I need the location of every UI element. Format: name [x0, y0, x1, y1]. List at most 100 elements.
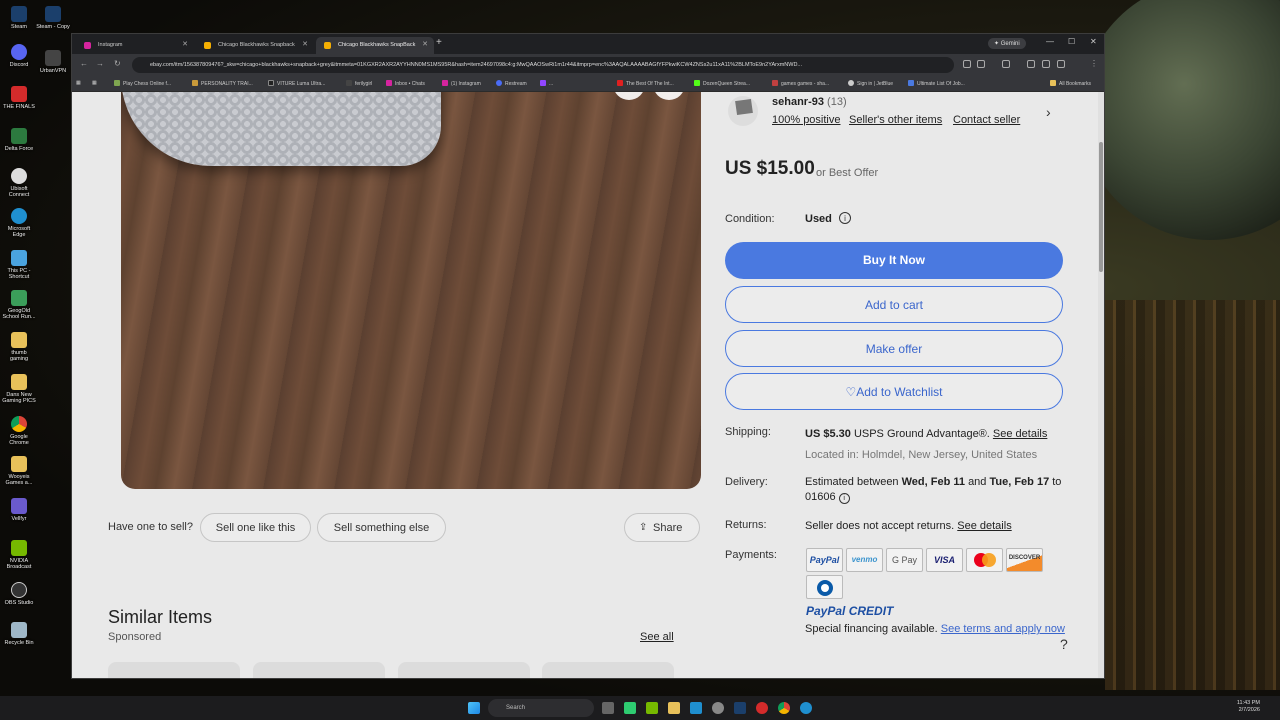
sell-something-else-button[interactable]: Sell something else: [317, 513, 446, 542]
app-icon[interactable]: [756, 702, 768, 714]
zoom-icon[interactable]: [963, 60, 971, 68]
address-bar[interactable]: ebay.com/itm/156387809476?_skw=chicago+b…: [132, 57, 954, 73]
all-bookmarks[interactable]: All Bookmarks: [1050, 80, 1091, 87]
info-icon[interactable]: i: [838, 493, 850, 504]
bookmark-inbox[interactable]: Inbox • Chats: [386, 80, 425, 87]
desktop-icon-discord[interactable]: Discord: [2, 44, 36, 68]
similar-item-card[interactable]: [253, 662, 385, 678]
bookmark-twitch[interactable]: ...: [540, 80, 553, 87]
bookmark-chess[interactable]: Play Chess Online f...: [114, 80, 171, 87]
info-icon[interactable]: i: [839, 212, 851, 224]
desktop-icon-chrome[interactable]: Google Chrome: [2, 416, 36, 446]
photo-control-button[interactable]: [613, 92, 645, 100]
make-offer-button[interactable]: Make offer: [725, 330, 1063, 367]
add-to-watchlist-button[interactable]: ♡Add to Watchlist: [725, 373, 1063, 410]
returns-see-details-link[interactable]: See details: [957, 520, 1011, 532]
profile-icon[interactable]: [1057, 60, 1065, 68]
desktop-icon-ubisoft[interactable]: Ubisoft Connect: [2, 168, 36, 198]
add-to-cart-button[interactable]: Add to cart: [725, 286, 1063, 323]
terms-apply-link[interactable]: See terms and apply now: [941, 623, 1065, 635]
sidepanel-icon[interactable]: [1027, 60, 1035, 68]
steam-icon[interactable]: [734, 702, 746, 714]
desktop-icon-this-pc[interactable]: This PC - Shortcut: [2, 250, 36, 280]
desktop-icon-gaming-pics[interactable]: Dans New Gaming PICS: [2, 374, 36, 404]
bookmark-jobs[interactable]: Ultimate List Of Job...: [908, 80, 965, 87]
desktop-icon-wooyeis[interactable]: Wooyeis Games a...: [2, 456, 36, 486]
contact-seller-link[interactable]: Contact seller: [953, 114, 1020, 126]
extensions-icon[interactable]: [1002, 60, 1010, 68]
reload-button[interactable]: ↻: [114, 59, 121, 68]
nvidia-icon[interactable]: [646, 702, 658, 714]
downloads-icon[interactable]: [1042, 60, 1050, 68]
bookmark-jetblue[interactable]: Sign in | JetBlue: [848, 80, 893, 87]
seller-positive-link[interactable]: 100% positive: [772, 114, 841, 126]
bookmark-dozenqueen[interactable]: DozenQueen Strea...: [694, 80, 750, 87]
desktop-icon-the-finals[interactable]: THE FINALS: [2, 86, 36, 110]
forward-button[interactable]: →: [96, 59, 104, 68]
photo-control-button[interactable]: [653, 92, 685, 100]
new-tab-button[interactable]: +: [436, 37, 442, 48]
seller-avatar[interactable]: [728, 96, 758, 126]
gemini-button[interactable]: ✦ Gemini: [988, 38, 1026, 49]
system-clock[interactable]: 11:43 PM 2/7/2026: [1226, 700, 1260, 714]
listing-photo[interactable]: [121, 92, 701, 489]
desktop-icon-edge[interactable]: Microsoft Edge: [2, 208, 36, 238]
windows-start-icon[interactable]: [468, 702, 480, 714]
seller-name[interactable]: sehanr-93 (13): [772, 96, 847, 108]
desktop-icon-vellfyr[interactable]: Vellfyr: [2, 498, 36, 522]
similar-item-card[interactable]: [542, 662, 674, 678]
file-explorer-icon[interactable]: [668, 702, 680, 714]
bookmark-best-of[interactable]: The Best Of The Int...: [617, 80, 674, 87]
grid-icon[interactable]: ▦: [92, 80, 97, 86]
window-close-button[interactable]: ✕: [1090, 37, 1097, 46]
buy-it-now-button[interactable]: Buy It Now: [725, 242, 1063, 279]
tab-instagram[interactable]: Instagram ✕: [76, 37, 194, 54]
shipping-see-details-link[interactable]: See details: [993, 428, 1047, 440]
close-icon[interactable]: ✕: [182, 40, 188, 48]
minimize-button[interactable]: —: [1046, 37, 1054, 46]
task-view-icon[interactable]: [602, 702, 614, 714]
bookmark-instagram[interactable]: (1) Instagram: [442, 80, 481, 87]
close-icon[interactable]: ✕: [422, 40, 428, 48]
desktop-icon-steam[interactable]: Steam: [2, 6, 36, 30]
mail-icon[interactable]: [690, 702, 702, 714]
tab-blackhawks-2[interactable]: Chicago Blackhawks SnapBack ✕: [316, 37, 434, 54]
seller-other-items-link[interactable]: Seller's other items: [849, 114, 942, 126]
bookmark-restream[interactable]: Restream: [496, 80, 527, 87]
desktop-icon-thumb-gaming[interactable]: thumb gaming: [2, 332, 36, 362]
apps-icon[interactable]: ▦: [76, 80, 81, 86]
chevron-right-icon[interactable]: ›: [1046, 104, 1051, 120]
desktop-icon-delta-force[interactable]: Delta Force: [2, 128, 36, 152]
similar-item-card[interactable]: [398, 662, 530, 678]
returns-policy: Seller does not accept returns.: [805, 520, 955, 532]
maximize-button[interactable]: ☐: [1068, 37, 1075, 46]
back-button[interactable]: ←: [80, 59, 88, 68]
bookmark-games[interactable]: games games - sha...: [772, 80, 829, 87]
help-button[interactable]: ?: [1060, 636, 1068, 652]
similar-item-card[interactable]: [108, 662, 240, 678]
game-bar-icon[interactable]: [624, 702, 636, 714]
bookmark-personality[interactable]: PERSONALITY TRAI...: [192, 80, 253, 87]
tab-blackhawks-1[interactable]: Chicago Blackhawks Snapback ✕: [196, 37, 314, 54]
desktop-icon-nvidia[interactable]: NVIDIA Broadcast: [2, 540, 36, 570]
page-scrollbar[interactable]: [1098, 92, 1104, 678]
taskbar-search[interactable]: Search: [488, 699, 594, 717]
menu-icon[interactable]: ⋮: [1090, 59, 1098, 68]
desktop-icon-geog[interactable]: GeogOld School Run...: [2, 290, 36, 320]
edge-icon[interactable]: [800, 702, 812, 714]
see-all-link[interactable]: See all: [640, 631, 674, 643]
scrollbar-thumb[interactable]: [1099, 142, 1103, 272]
bookmark-viture[interactable]: VITURE Luma Ultra...: [268, 80, 325, 87]
star-icon[interactable]: [977, 60, 985, 68]
share-button[interactable]: ⇪ Share: [624, 513, 700, 542]
close-icon[interactable]: ✕: [302, 40, 308, 48]
desktop-icon-urbanvpn[interactable]: UrbanVPN: [36, 50, 70, 74]
desktop-icon-recycle-bin[interactable]: Recycle Bin: [2, 622, 36, 646]
bookmark-ferilygirl[interactable]: ferilygirl: [346, 80, 372, 87]
settings-icon[interactable]: [712, 702, 724, 714]
chrome-icon[interactable]: [778, 702, 790, 714]
desktop-icon-steam-copy[interactable]: Steam - Copy: [36, 6, 70, 30]
sell-one-like-this-button[interactable]: Sell one like this: [200, 513, 311, 542]
delivery-zip[interactable]: 01606: [805, 491, 836, 503]
desktop-icon-obs[interactable]: OBS Studio: [2, 582, 36, 606]
